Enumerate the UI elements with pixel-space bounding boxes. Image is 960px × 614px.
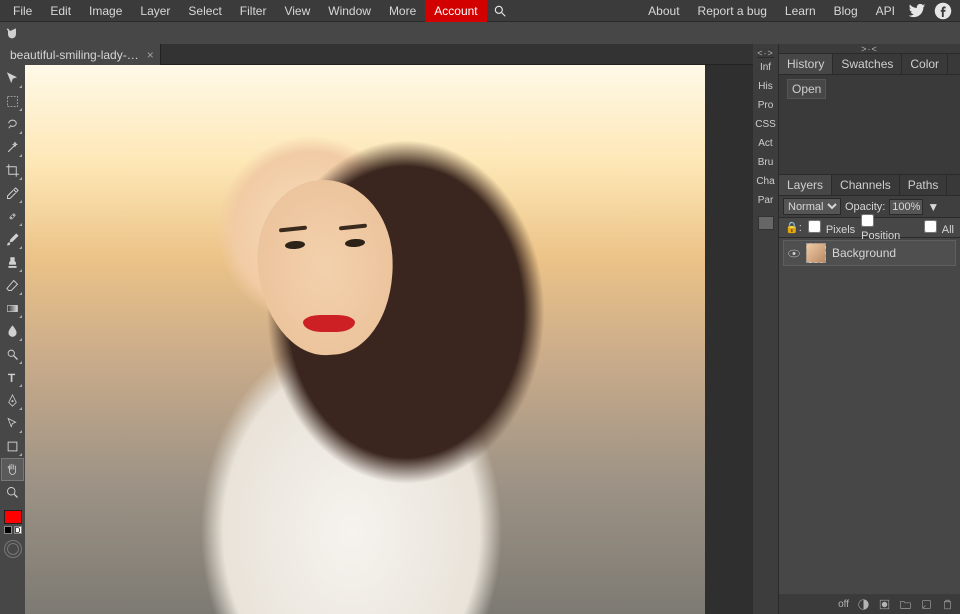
menu-window[interactable]: Window	[319, 0, 380, 22]
right-panel-column: <·> Inf His Pro CSS Act Bru Cha Par >·< …	[753, 44, 960, 614]
expand-mini-icon[interactable]: <·>	[757, 48, 774, 58]
mini-tab-properties[interactable]: Pro	[753, 96, 778, 115]
color-picker-icon[interactable]	[4, 540, 22, 558]
tab-swatches[interactable]: Swatches	[833, 54, 902, 74]
link-about[interactable]: About	[639, 0, 688, 22]
lasso-tool[interactable]	[2, 114, 23, 135]
adjustment-layer-icon[interactable]	[857, 598, 870, 611]
lock-icon: 🔒:	[785, 221, 802, 234]
path-select-tool[interactable]	[2, 413, 23, 434]
tab-color[interactable]: Color	[902, 54, 948, 74]
color-swap-default[interactable]: D	[4, 526, 22, 534]
document-tab[interactable]: beautiful-smiling-lady-… ×	[0, 44, 161, 65]
menu-select[interactable]: Select	[179, 0, 230, 22]
new-layer-icon[interactable]	[920, 598, 933, 611]
layer-mask-icon[interactable]	[878, 598, 891, 611]
mini-tab-paragraph[interactable]: Par	[753, 191, 778, 210]
collapsed-panel-tabs: <·> Inf His Pro CSS Act Bru Cha Par	[753, 44, 779, 614]
mini-tab-thumbnail[interactable]	[758, 216, 774, 230]
layers-panel-tabs: Layers Channels Paths	[779, 175, 960, 196]
blend-mode-select[interactable]: Normal	[783, 198, 841, 215]
tab-paths[interactable]: Paths	[900, 175, 948, 195]
link-blog[interactable]: Blog	[825, 0, 867, 22]
options-bar	[0, 22, 960, 44]
stamp-tool[interactable]	[2, 252, 23, 273]
mini-tab-css[interactable]: CSS	[753, 115, 778, 134]
opacity-input[interactable]	[889, 199, 923, 215]
delete-layer-icon[interactable]	[941, 598, 954, 611]
toolbox: T D	[0, 65, 25, 614]
layer-name: Background	[832, 246, 896, 260]
tab-layers[interactable]: Layers	[779, 175, 832, 195]
layer-lock-row: 🔒: Pixels Position All	[779, 218, 960, 238]
status-off-label: off	[838, 599, 849, 610]
expand-panels-icon[interactable]: >·<	[779, 44, 960, 54]
new-folder-icon[interactable]	[899, 598, 912, 611]
menu-file[interactable]: File	[4, 0, 41, 22]
menu-filter[interactable]: Filter	[231, 0, 276, 22]
lock-all[interactable]: All	[924, 220, 954, 236]
lock-position[interactable]: Position	[861, 214, 918, 242]
blur-tool[interactable]	[2, 321, 23, 342]
menu-edit[interactable]: Edit	[41, 0, 80, 22]
menu-image[interactable]: Image	[80, 0, 131, 22]
menu-bar: File Edit Image Layer Select Filter View…	[0, 0, 960, 22]
document-tab-title: beautiful-smiling-lady-…	[10, 48, 139, 62]
history-panel-body: Open	[779, 75, 960, 175]
type-tool[interactable]: T	[2, 367, 23, 388]
history-entry[interactable]: Open	[787, 79, 826, 99]
foreground-color-swatch[interactable]	[4, 510, 22, 524]
tab-history[interactable]: History	[779, 54, 833, 74]
pen-tool[interactable]	[2, 390, 23, 411]
menu-view[interactable]: View	[275, 0, 319, 22]
document-image	[25, 65, 705, 614]
mini-tab-info[interactable]: Inf	[753, 58, 778, 77]
link-api[interactable]: API	[867, 0, 904, 22]
close-tab-icon[interactable]: ×	[147, 48, 154, 62]
canvas-area[interactable]	[25, 65, 753, 614]
opacity-dropdown-icon[interactable]: ▼	[927, 200, 939, 214]
eyedropper-tool[interactable]	[2, 183, 23, 204]
menu-more[interactable]: More	[380, 0, 425, 22]
link-report-bug[interactable]: Report a bug	[689, 0, 776, 22]
gradient-tool[interactable]	[2, 298, 23, 319]
hand-icon	[4, 25, 20, 41]
wand-tool[interactable]	[2, 137, 23, 158]
layer-thumbnail	[806, 243, 826, 263]
menu-account[interactable]: Account	[425, 0, 486, 22]
mini-tab-brush[interactable]: Bru	[753, 153, 778, 172]
mini-tab-actions[interactable]: Act	[753, 134, 778, 153]
search-icon[interactable]	[493, 4, 507, 18]
mini-tab-channels[interactable]: Cha	[753, 172, 778, 191]
move-tool[interactable]	[2, 68, 23, 89]
twitter-icon[interactable]	[908, 2, 926, 20]
mini-tab-history[interactable]: His	[753, 77, 778, 96]
hand-tool[interactable]	[2, 459, 23, 480]
lock-pixels[interactable]: Pixels	[808, 220, 855, 236]
marquee-tool[interactable]	[2, 91, 23, 112]
shape-tool[interactable]	[2, 436, 23, 457]
heal-tool[interactable]	[2, 206, 23, 227]
dodge-tool[interactable]	[2, 344, 23, 365]
layer-item-background[interactable]: Background	[783, 240, 956, 266]
zoom-tool[interactable]	[2, 482, 23, 503]
brush-tool[interactable]	[2, 229, 23, 250]
link-learn[interactable]: Learn	[776, 0, 825, 22]
history-panel-tabs: History Swatches Color	[779, 54, 960, 75]
menu-layer[interactable]: Layer	[131, 0, 179, 22]
tab-channels[interactable]: Channels	[832, 175, 900, 195]
opacity-label: Opacity:	[845, 201, 885, 213]
eraser-tool[interactable]	[2, 275, 23, 296]
visibility-icon[interactable]	[788, 249, 800, 258]
facebook-icon[interactable]	[934, 2, 952, 20]
layer-panel-footer: off	[779, 594, 960, 614]
svg-text:T: T	[8, 372, 15, 384]
crop-tool[interactable]	[2, 160, 23, 181]
